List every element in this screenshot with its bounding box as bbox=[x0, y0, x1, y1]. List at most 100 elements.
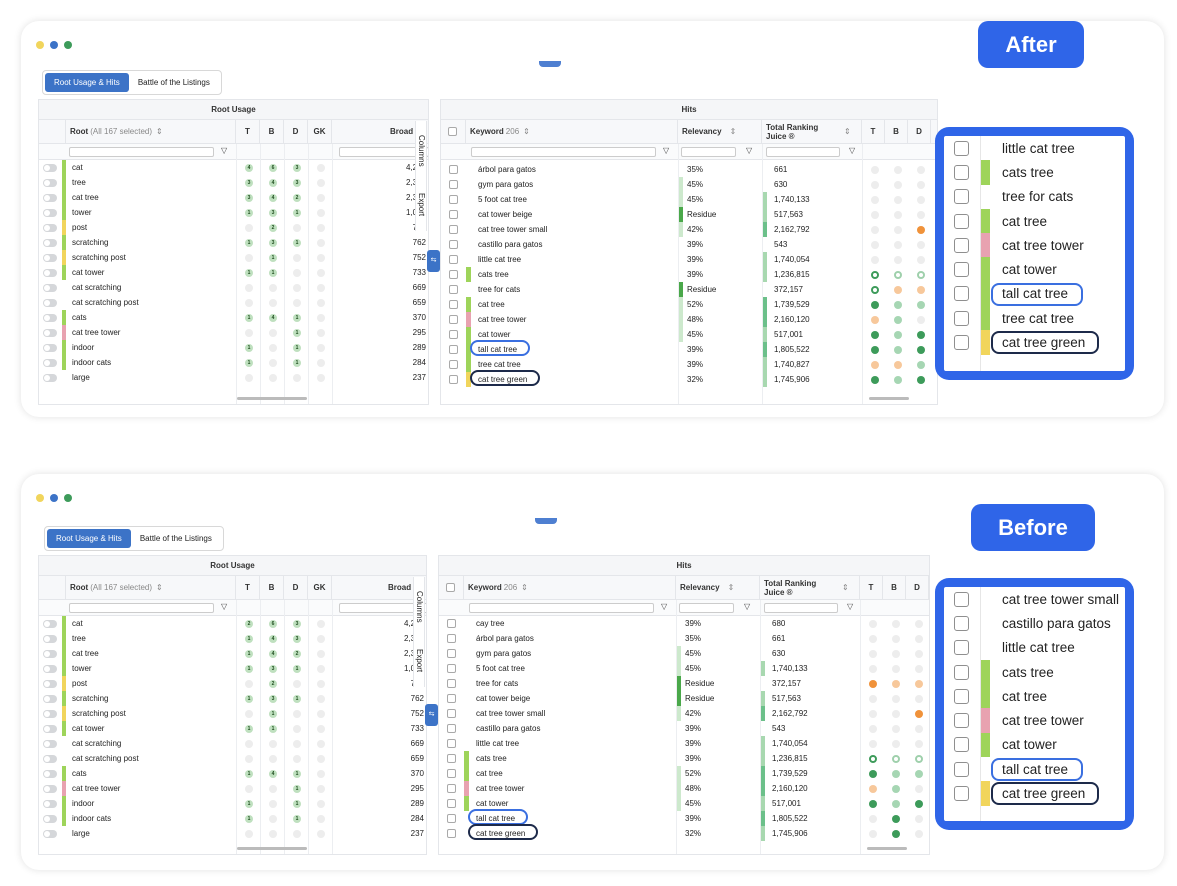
row-checkbox[interactable] bbox=[449, 360, 458, 369]
hits-horizontal-scrollbar[interactable] bbox=[869, 397, 909, 400]
close-dot-icon[interactable] bbox=[64, 494, 72, 502]
root-toggle[interactable] bbox=[43, 754, 57, 763]
keyword-filter-input[interactable] bbox=[471, 147, 656, 157]
sort-icon[interactable]: ⇕ bbox=[842, 583, 849, 592]
row-checkbox[interactable] bbox=[449, 270, 458, 279]
root-toggle[interactable] bbox=[43, 829, 57, 838]
row-checkbox[interactable] bbox=[447, 709, 456, 718]
zoom-row-checkbox[interactable] bbox=[954, 189, 969, 205]
filter-funnel-icon[interactable]: ▽ bbox=[746, 146, 752, 155]
sort-icon[interactable]: ⇕ bbox=[728, 583, 735, 592]
row-checkbox[interactable] bbox=[447, 814, 456, 823]
col-header-gk[interactable]: GK bbox=[308, 576, 332, 599]
row-checkbox[interactable] bbox=[449, 195, 458, 204]
export-button[interactable]: Export bbox=[417, 193, 426, 216]
root-toggle[interactable] bbox=[43, 664, 57, 673]
root-toggle[interactable] bbox=[43, 709, 57, 718]
sort-icon[interactable]: ⇕ bbox=[730, 127, 737, 136]
filter-funnel-icon[interactable]: ▽ bbox=[221, 146, 227, 155]
broad-sv-header[interactable]: Broad SV bbox=[332, 120, 428, 143]
hits-col-header-t[interactable]: T bbox=[862, 120, 885, 143]
root-toggle[interactable] bbox=[43, 193, 57, 202]
root-horizontal-scrollbar[interactable] bbox=[237, 847, 307, 850]
maximize-dot-icon[interactable] bbox=[50, 494, 58, 502]
relevancy-filter-input[interactable] bbox=[681, 147, 736, 157]
col-header-b[interactable]: B bbox=[260, 576, 284, 599]
tab-root-usage-hits[interactable]: Root Usage & Hits bbox=[45, 73, 129, 92]
root-toggle[interactable] bbox=[43, 283, 57, 292]
hits-col-header-d[interactable]: D bbox=[906, 576, 929, 599]
root-toggle[interactable] bbox=[43, 298, 57, 307]
root-toggle[interactable] bbox=[43, 223, 57, 232]
root-toggle[interactable] bbox=[43, 253, 57, 262]
zoom-row-checkbox[interactable] bbox=[954, 786, 969, 802]
root-toggle[interactable] bbox=[43, 313, 57, 322]
row-checkbox[interactable] bbox=[447, 754, 456, 763]
row-checkbox[interactable] bbox=[447, 664, 456, 673]
row-checkbox[interactable] bbox=[447, 694, 456, 703]
zoom-row-checkbox[interactable] bbox=[954, 713, 969, 729]
root-toggle[interactable] bbox=[43, 814, 57, 823]
sort-icon[interactable]: ⇕ bbox=[156, 127, 163, 136]
row-checkbox[interactable] bbox=[449, 330, 458, 339]
zoom-row-checkbox[interactable] bbox=[954, 140, 969, 156]
row-checkbox[interactable] bbox=[449, 315, 458, 324]
zoom-row-checkbox[interactable] bbox=[954, 615, 969, 631]
row-checkbox[interactable] bbox=[449, 240, 458, 249]
zoom-row-checkbox[interactable] bbox=[954, 664, 969, 680]
sort-icon[interactable]: ⇕ bbox=[844, 127, 851, 136]
row-checkbox[interactable] bbox=[447, 799, 456, 808]
zoom-row-checkbox[interactable] bbox=[954, 237, 969, 253]
zoom-row-checkbox[interactable] bbox=[954, 737, 969, 753]
root-toggle[interactable] bbox=[43, 739, 57, 748]
col-header-d[interactable]: D bbox=[284, 120, 308, 143]
collapse-handle-icon[interactable] bbox=[535, 518, 557, 524]
row-checkbox[interactable] bbox=[449, 285, 458, 294]
root-toggle[interactable] bbox=[43, 784, 57, 793]
root-toggle[interactable] bbox=[43, 178, 57, 187]
root-toggle[interactable] bbox=[43, 649, 57, 658]
root-toggle[interactable] bbox=[43, 769, 57, 778]
zoom-row-checkbox[interactable] bbox=[954, 591, 969, 607]
hits-horizontal-scrollbar[interactable] bbox=[867, 847, 907, 850]
hits-col-header-t[interactable]: T bbox=[860, 576, 883, 599]
root-toggle[interactable] bbox=[43, 619, 57, 628]
row-checkbox[interactable] bbox=[447, 739, 456, 748]
row-checkbox[interactable] bbox=[449, 225, 458, 234]
juice-column-header[interactable]: Total Ranking Juice ® ⇕ bbox=[762, 120, 862, 143]
export-button[interactable]: Export bbox=[415, 649, 424, 672]
close-dot-icon[interactable] bbox=[64, 41, 72, 49]
collapse-handle-icon[interactable] bbox=[539, 61, 561, 67]
row-checkbox[interactable] bbox=[449, 345, 458, 354]
tab-battle-of-listings[interactable]: Battle of the Listings bbox=[131, 529, 221, 548]
keyword-filter-input[interactable] bbox=[469, 603, 654, 613]
filter-funnel-icon[interactable]: ▽ bbox=[663, 146, 669, 155]
hits-col-header-b[interactable]: B bbox=[885, 120, 908, 143]
sort-icon[interactable]: ⇕ bbox=[523, 127, 530, 136]
row-checkbox[interactable] bbox=[449, 180, 458, 189]
zoom-row-checkbox[interactable] bbox=[954, 286, 969, 302]
root-toggle[interactable] bbox=[43, 358, 57, 367]
root-toggle[interactable] bbox=[43, 163, 57, 172]
root-toggle[interactable] bbox=[43, 724, 57, 733]
zoom-row-checkbox[interactable] bbox=[954, 761, 969, 777]
root-toggle[interactable] bbox=[43, 238, 57, 247]
col-header-d[interactable]: D bbox=[284, 576, 308, 599]
row-checkbox[interactable] bbox=[447, 679, 456, 688]
root-toggle[interactable] bbox=[43, 343, 57, 352]
filter-funnel-icon[interactable]: ▽ bbox=[221, 602, 227, 611]
columns-button[interactable]: Columns bbox=[417, 135, 426, 167]
zoom-row-checkbox[interactable] bbox=[954, 310, 969, 326]
juice-filter-input[interactable] bbox=[766, 147, 840, 157]
sort-icon[interactable]: ⇕ bbox=[521, 583, 528, 592]
maximize-dot-icon[interactable] bbox=[50, 41, 58, 49]
panel-resize-icon[interactable]: ⇆ bbox=[427, 250, 440, 272]
col-header-b[interactable]: B bbox=[260, 120, 284, 143]
row-checkbox[interactable] bbox=[447, 784, 456, 793]
juice-column-header[interactable]: Total Ranking Juice ® ⇕ bbox=[760, 576, 860, 599]
row-checkbox[interactable] bbox=[447, 619, 456, 628]
filter-funnel-icon[interactable]: ▽ bbox=[744, 602, 750, 611]
root-toggle[interactable] bbox=[43, 634, 57, 643]
col-header-gk[interactable]: GK bbox=[308, 120, 332, 143]
root-toggle[interactable] bbox=[43, 328, 57, 337]
